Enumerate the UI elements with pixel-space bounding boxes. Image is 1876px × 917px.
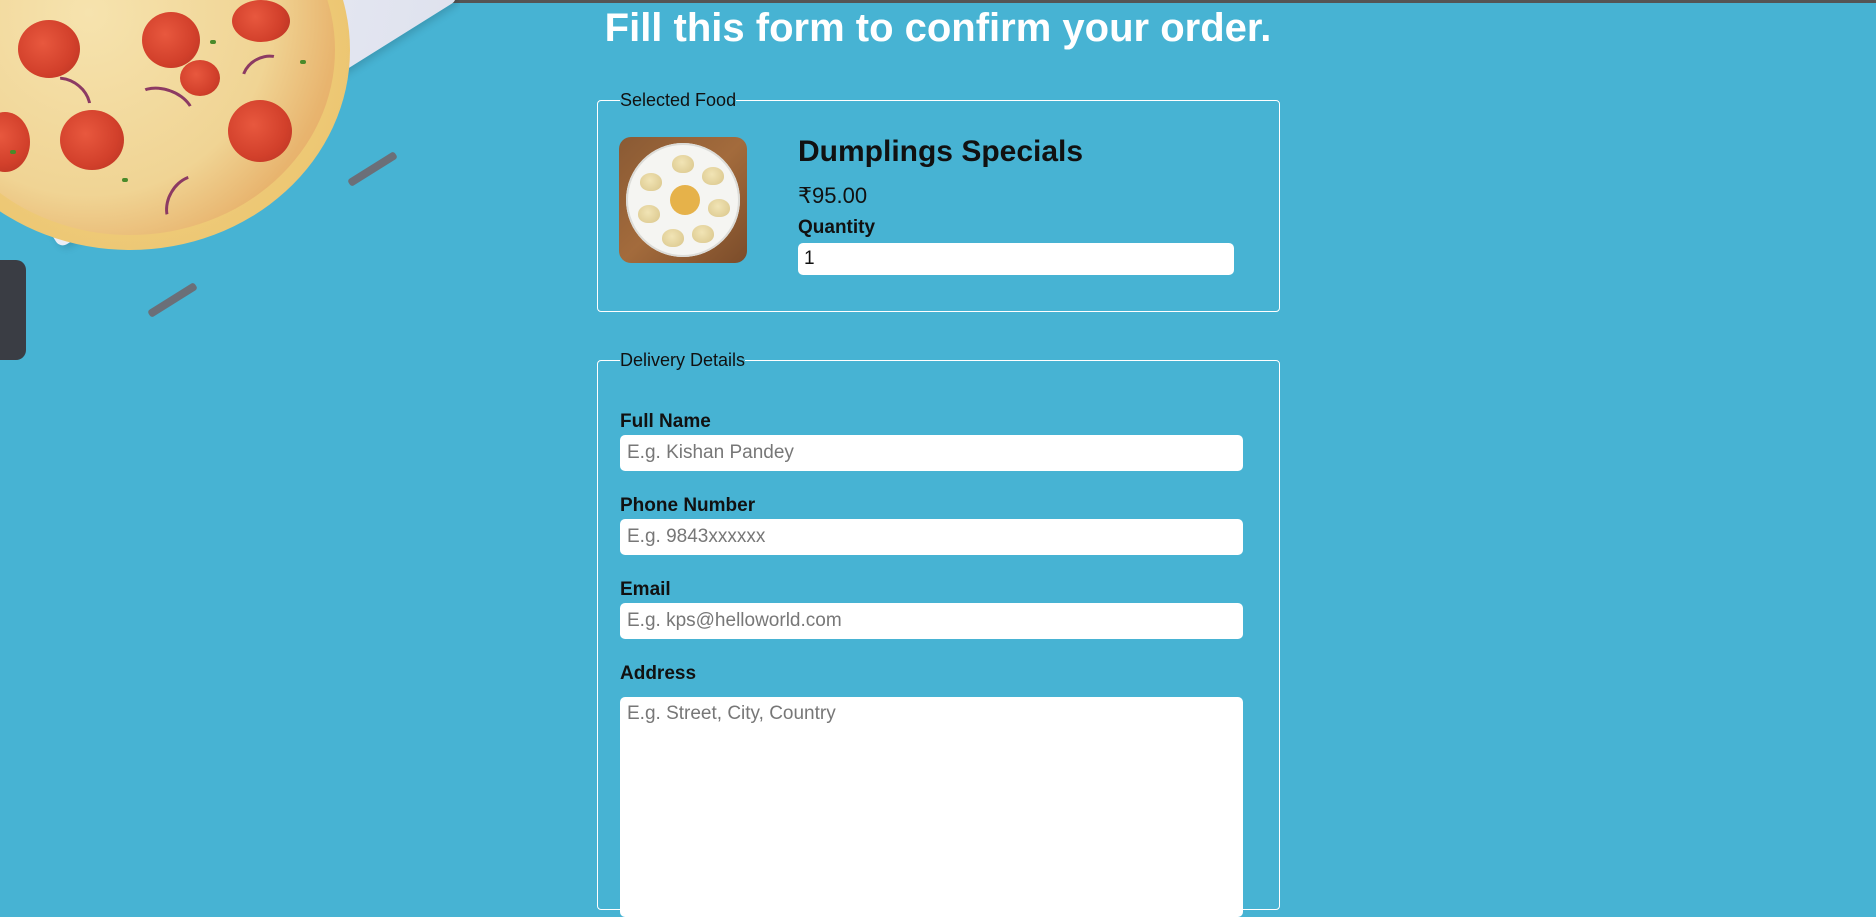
dumpling	[662, 229, 684, 247]
pepperoni	[228, 100, 292, 162]
dumpling	[708, 199, 730, 217]
phone-number-label: Phone Number	[620, 495, 756, 516]
dipping-sauce	[670, 185, 700, 215]
pizza-cutter-handle	[0, 260, 26, 360]
page-title: Fill this form to confirm your order.	[604, 6, 1272, 50]
plate	[626, 143, 740, 257]
pizza-box-tab	[147, 282, 198, 318]
dumpling	[640, 173, 662, 191]
dumpling	[692, 225, 714, 243]
dumpling	[672, 155, 694, 173]
address-textarea[interactable]	[620, 697, 1243, 917]
email-input[interactable]	[620, 603, 1243, 639]
dumpling	[638, 205, 660, 223]
herb-flake	[300, 60, 306, 64]
delivery-details-legend: Delivery Details	[620, 350, 746, 370]
full-name-input[interactable]	[620, 435, 1243, 471]
herb-flake	[122, 178, 128, 182]
pizza-background-image	[0, 0, 460, 360]
email-label: Email	[620, 579, 671, 600]
herb-flake	[10, 150, 16, 154]
selected-food-legend: Selected Food	[620, 90, 737, 110]
quantity-input[interactable]	[798, 243, 1234, 275]
pepperoni	[180, 60, 220, 96]
delivery-details-section: Delivery Details Full Name Phone Number …	[597, 350, 1280, 917]
phone-number-input[interactable]	[620, 519, 1243, 555]
dumplings-image	[619, 137, 747, 263]
pizza-box-tab	[347, 151, 398, 187]
selected-food-section: Selected Food Dumplings Specials ₹95.00 …	[597, 90, 1280, 312]
quantity-label: Quantity	[798, 217, 876, 238]
food-name: Dumplings Specials	[798, 135, 1084, 168]
address-label: Address	[620, 663, 697, 684]
dumpling	[702, 167, 724, 185]
food-price: ₹95.00	[798, 183, 868, 208]
full-name-label: Full Name	[620, 411, 711, 432]
